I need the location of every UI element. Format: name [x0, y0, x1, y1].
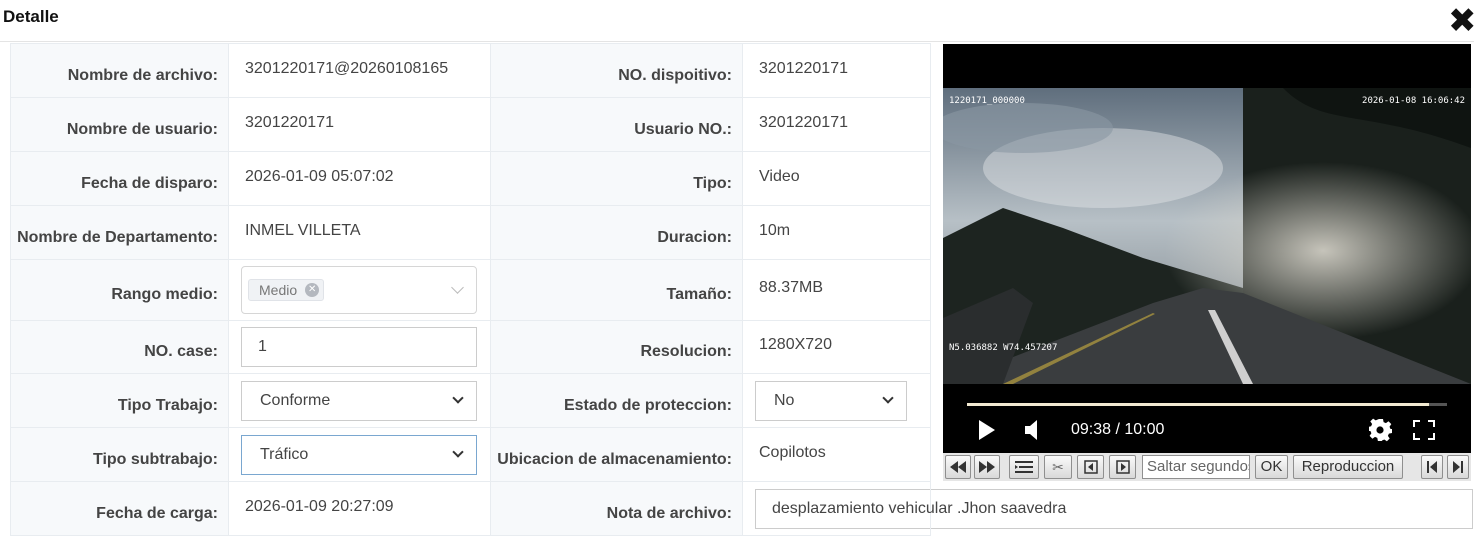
medium-range-tag: Medio ✕	[248, 279, 325, 301]
next-frame-icon[interactable]	[1109, 455, 1136, 479]
video-scene: 1220171_000000 2026-01-08 16:06:42 N5.03…	[943, 88, 1471, 384]
skip-to-end-icon[interactable]	[1447, 455, 1469, 479]
department-label: Nombre de Departamento:	[17, 228, 218, 246]
player-controls: 09:38 / 10:00	[943, 384, 1471, 456]
video-frame: 1220171_000000 2026-01-08 16:06:42 N5.03…	[943, 88, 1471, 384]
department-value: INMEL VILLETA	[245, 221, 361, 239]
tag-remove-icon[interactable]: ✕	[305, 283, 320, 297]
chevron-down-icon	[451, 281, 464, 294]
storage-value: Copilotos	[759, 443, 826, 461]
play-icon[interactable]	[979, 420, 995, 440]
chevron-down-icon	[452, 445, 464, 458]
resolution-value: 1280X720	[759, 336, 832, 353]
protection-label: Estado de proteccion:	[563, 396, 732, 414]
size-label: Tamaño:	[666, 286, 732, 303]
work-type-select[interactable]: Conforme	[241, 380, 477, 421]
gear-icon[interactable]	[1369, 418, 1393, 442]
file-name-label: Nombre de archivo:	[67, 66, 218, 84]
type-label: Tipo:	[693, 174, 732, 192]
work-type-value: Conforme	[260, 391, 331, 409]
size-value: 88.37MB	[759, 279, 824, 296]
row-user-name: Nombre de usuario: 3201220171 Usuario NO…	[10, 97, 931, 152]
storage-label: Ubicacion de almacenamiento:	[497, 450, 732, 468]
row-medium-range: Rango medio: Medio ✕ Tamaño: 88.37MB	[10, 259, 931, 321]
user-name-value: 3201220171	[245, 113, 334, 131]
list-icon[interactable]	[1009, 455, 1039, 479]
upload-date-label: Fecha de carga:	[96, 504, 218, 522]
scissors-icon[interactable]: ✂	[1044, 455, 1072, 479]
close-icon[interactable]: ✖	[1448, 3, 1474, 39]
progress-bar[interactable]	[967, 403, 1447, 406]
osd-timestamp: 2026-01-08 16:06:42	[1362, 96, 1465, 106]
trigger-date-label: Fecha de disparo:	[81, 174, 218, 192]
work-type-label: Tipo Trabajo:	[117, 396, 218, 414]
user-no-value: 3201220171	[759, 113, 848, 131]
subwork-type-select[interactable]: Tráfico	[241, 434, 477, 475]
fast-forward-icon[interactable]	[974, 455, 1000, 479]
duration-label: Duracion:	[657, 228, 732, 246]
file-note-label: Nota de archivo:	[606, 504, 732, 522]
subwork-type-label: Tipo subtrabajo:	[92, 450, 218, 468]
time-display: 09:38 / 10:00	[1071, 421, 1165, 438]
file-name-value: 3201220171@20260108165	[245, 59, 449, 77]
protection-select[interactable]: No	[755, 380, 907, 421]
player-toolbar: ✂ Saltar segundos OK Reproduccion	[943, 453, 1471, 481]
progress-fill	[967, 403, 1430, 406]
type-value: Video	[759, 167, 800, 185]
case-no-input[interactable]: 1	[241, 327, 477, 367]
trigger-date-value: 2026-01-09 05:07:02	[245, 167, 394, 185]
dialog-header: Detalle ✖	[0, 0, 1474, 42]
row-department: Nombre de Departamento: INMEL VILLETA Du…	[10, 205, 931, 260]
file-note-input[interactable]: desplazamiento vehicular .Jhon saavedra	[755, 488, 1473, 529]
medium-range-select[interactable]: Medio ✕	[241, 266, 477, 314]
playback-button[interactable]: Reproduccion	[1293, 455, 1403, 479]
device-no-value: 3201220171	[759, 59, 848, 77]
device-no-label: NO. dispoitivo:	[618, 66, 732, 84]
skip-to-start-icon[interactable]	[1421, 455, 1443, 479]
row-work-type: Tipo Trabajo: Conforme Estado de protecc…	[10, 373, 931, 428]
osd-gps: N5.036882 W74.457207	[949, 343, 1057, 353]
osd-filename: 1220171_000000	[949, 96, 1025, 106]
skip-seconds-input[interactable]: Saltar segundos	[1142, 455, 1250, 479]
row-upload-date: Fecha de carga: 2026-01-09 20:27:09 Nota…	[10, 481, 1473, 536]
row-subwork-type: Tipo subtrabajo: Tráfico Ubicacion de al…	[10, 427, 931, 482]
rewind-icon[interactable]	[945, 455, 971, 479]
protection-value: No	[774, 391, 795, 409]
case-no-label: NO. case:	[144, 343, 218, 360]
row-file-name: Nombre de archivo: 3201220171@2026010816…	[10, 43, 931, 98]
resolution-label: Resolucion:	[640, 343, 732, 360]
upload-date-value: 2026-01-09 20:27:09	[245, 497, 394, 515]
duration-value: 10m	[759, 221, 791, 239]
volume-icon[interactable]	[1025, 420, 1039, 440]
medium-range-label: Rango medio:	[111, 286, 218, 303]
ok-button[interactable]: OK	[1255, 455, 1288, 479]
fullscreen-icon[interactable]	[1413, 420, 1435, 440]
previous-frame-icon[interactable]	[1077, 455, 1104, 479]
user-no-label: Usuario NO.:	[634, 120, 732, 138]
detail-table: Nombre de archivo: 3201220171@2026010816…	[10, 43, 1473, 536]
row-case-no: NO. case: 1 Resolucion: 1280X720	[10, 320, 931, 374]
row-trigger-date: Fecha de disparo: 2026-01-09 05:07:02 Ti…	[10, 151, 931, 206]
chevron-down-icon	[452, 391, 464, 404]
subwork-type-value: Tráfico	[260, 445, 309, 463]
user-name-label: Nombre de usuario:	[66, 120, 218, 138]
chevron-down-icon	[882, 391, 894, 404]
dialog-title: Detalle	[3, 7, 59, 26]
medium-range-tag-label: Medio	[259, 282, 298, 298]
video-player[interactable]: 1220171_000000 2026-01-08 16:06:42 N5.03…	[943, 44, 1471, 456]
